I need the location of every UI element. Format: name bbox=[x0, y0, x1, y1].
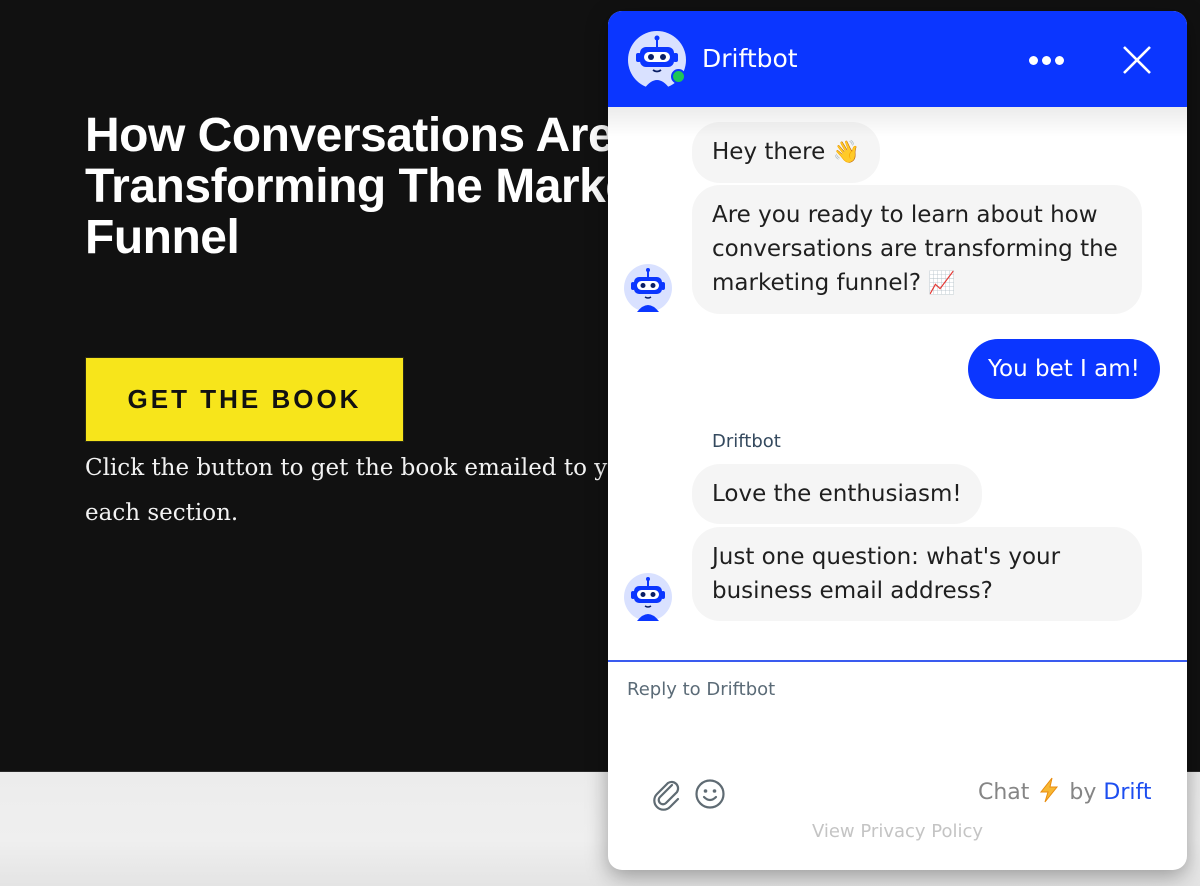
smiley-icon[interactable] bbox=[693, 777, 727, 811]
bot-message: Just one question: what's your business … bbox=[692, 527, 1142, 621]
message-list[interactable]: Hey there 👋 Are you ready to learn about… bbox=[608, 107, 1187, 660]
user-message: You bet I am! bbox=[968, 339, 1160, 399]
bot-message: Love the enthusiasm! bbox=[692, 464, 982, 524]
powered-by-drift: Chat by Drift bbox=[978, 777, 1152, 805]
get-the-book-button[interactable]: GET THE BOOK bbox=[85, 357, 404, 442]
more-options-button[interactable] bbox=[1026, 45, 1066, 75]
composer-divider bbox=[608, 660, 1187, 662]
reply-input[interactable] bbox=[627, 679, 1167, 759]
branding-prefix: Chat bbox=[978, 780, 1030, 805]
chart-increasing-icon: 📈 bbox=[928, 271, 956, 296]
driftbot-avatar-icon bbox=[624, 264, 672, 312]
message-text: Love the enthusiasm! bbox=[712, 481, 962, 507]
more-dot bbox=[1054, 55, 1064, 65]
branding-by: by bbox=[1069, 780, 1097, 805]
message-text: You bet I am! bbox=[988, 356, 1140, 382]
bot-message: Are you ready to learn about how convers… bbox=[692, 185, 1142, 314]
more-horizontal-icon bbox=[1028, 55, 1038, 65]
chat-widget: Driftbot Hey there 👋 Are you ready to le… bbox=[608, 11, 1187, 870]
close-icon[interactable] bbox=[1120, 43, 1154, 77]
chat-title: Driftbot bbox=[702, 44, 798, 73]
bot-message: Hey there 👋 bbox=[692, 122, 880, 183]
drift-link[interactable]: Drift bbox=[1103, 780, 1151, 805]
waving-hand-icon: 👋 bbox=[832, 140, 860, 165]
online-status-dot bbox=[671, 69, 686, 84]
message-text: Are you ready to learn about how convers… bbox=[712, 202, 1118, 296]
message-text: Just one question: what's your business … bbox=[712, 544, 1061, 604]
more-dot bbox=[1041, 55, 1051, 65]
chat-header: Driftbot bbox=[608, 11, 1187, 107]
lightning-bolt-icon bbox=[1040, 777, 1059, 803]
sender-label: Driftbot bbox=[712, 431, 781, 452]
paperclip-icon[interactable] bbox=[650, 777, 684, 811]
privacy-policy-link[interactable]: View Privacy Policy bbox=[608, 821, 1187, 842]
message-text: Hey there bbox=[712, 139, 826, 165]
driftbot-avatar-icon bbox=[624, 573, 672, 621]
